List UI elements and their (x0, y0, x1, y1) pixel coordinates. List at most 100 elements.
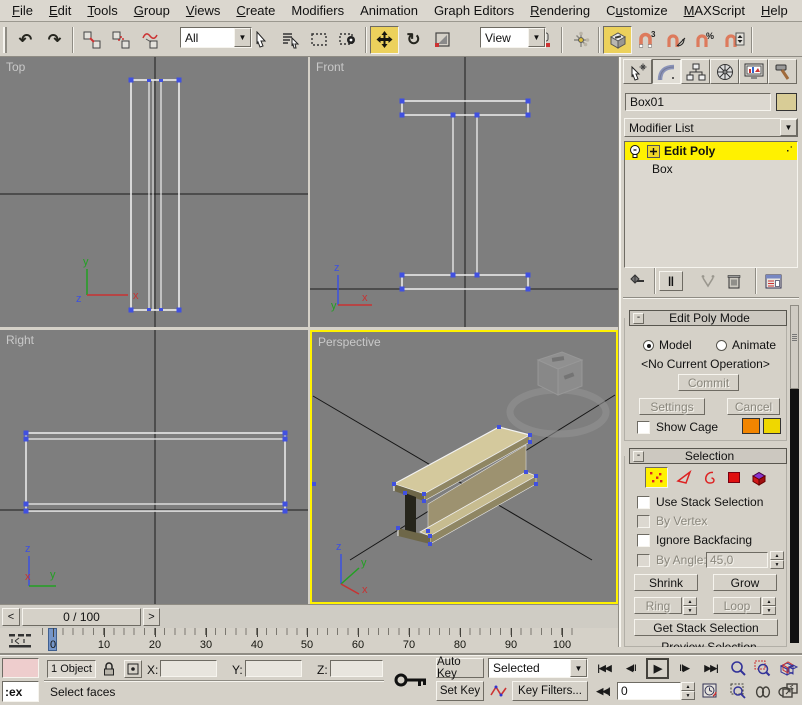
menu-graph-editors[interactable]: Graph Editors (426, 1, 522, 20)
modifier-list-dropdown[interactable]: Modifier List ▼ (624, 118, 798, 137)
ring-spinner[interactable]: ▲▼ (683, 597, 697, 615)
set-keys-button[interactable] (390, 658, 432, 702)
grow-button[interactable]: Grow (713, 574, 777, 591)
toolbar-grip[interactable] (3, 27, 7, 53)
viewport-right[interactable]: Right z x y (0, 330, 308, 604)
x-coordinate-field[interactable] (160, 660, 217, 677)
time-slider-handle[interactable]: 0 / 100 (22, 608, 141, 626)
current-frame-field[interactable]: 0 (617, 682, 681, 700)
go-to-end-button[interactable]: ▶▶| (699, 659, 723, 678)
menu-help[interactable]: Help (753, 1, 796, 20)
maximize-viewport-toggle[interactable] (779, 681, 801, 700)
cage-selected-color-swatch[interactable] (763, 418, 781, 434)
frame-spinner[interactable]: ▲▼ (681, 682, 695, 700)
by-vertex-checkbox[interactable]: By Vertex (637, 514, 707, 528)
menu-rendering[interactable]: Rendering (522, 1, 598, 20)
zoom-button[interactable] (728, 659, 748, 678)
menu-modifiers[interactable]: Modifiers (283, 1, 352, 20)
checkbox-icon[interactable] (637, 515, 650, 528)
radio-off-icon[interactable] (716, 340, 727, 351)
spinner-snap-button[interactable] (719, 26, 748, 54)
checkbox-icon[interactable] (637, 554, 650, 567)
viewport-top[interactable]: Top y x z (0, 57, 308, 327)
spinner-up-icon[interactable]: ▲ (683, 597, 697, 606)
collapse-icon[interactable]: - (633, 451, 644, 462)
tab-display[interactable] (739, 59, 768, 84)
play-animation-button[interactable]: ▶ (646, 658, 669, 679)
spinner-up-icon[interactable]: ▲ (681, 682, 695, 691)
checkbox-icon[interactable] (637, 534, 650, 547)
select-and-move-button[interactable] (370, 26, 399, 54)
ring-button[interactable]: Ring (634, 597, 682, 614)
loop-button[interactable]: Loop (713, 597, 761, 614)
spinner-down-icon[interactable]: ▼ (762, 606, 776, 615)
settings-button[interactable]: Settings (639, 398, 705, 415)
cancel-button[interactable]: Cancel (727, 398, 780, 415)
select-and-scale-button[interactable] (428, 26, 457, 54)
checkbox-icon[interactable] (637, 496, 650, 509)
by-angle-checkbox[interactable]: By Angle: (637, 553, 707, 567)
panel-scrollbar-thumb[interactable] (790, 305, 799, 389)
shrink-button[interactable]: Shrink (634, 574, 698, 591)
menu-tools[interactable]: Tools (79, 1, 125, 20)
panel-splitter[interactable] (618, 57, 620, 647)
by-angle-field[interactable]: 45,0 (706, 552, 768, 568)
spinner-up-icon[interactable]: ▲ (762, 597, 776, 606)
tab-create[interactable] (623, 59, 652, 84)
use-stack-selection-checkbox[interactable]: Use Stack Selection (637, 495, 763, 509)
menu-edit[interactable]: Edit (41, 1, 79, 20)
spinner-down-icon[interactable]: ▼ (681, 691, 695, 700)
panel-scrollbar-track[interactable] (790, 305, 799, 643)
selection-rollout-header[interactable]: - Selection (629, 448, 787, 464)
tab-motion[interactable] (710, 59, 739, 84)
snaps-toggle-button[interactable] (603, 26, 632, 54)
element-subobject-button[interactable] (749, 468, 769, 488)
key-filters-button[interactable]: Key Filters... (512, 681, 588, 701)
previous-frame-button[interactable]: ◀‖ (619, 659, 643, 678)
selection-filter-dropdown[interactable]: All ▼ (180, 27, 252, 48)
next-frame-button[interactable]: ‖▶ (672, 659, 696, 678)
stack-row-edit-poly[interactable]: Edit Poly ·˙ (625, 142, 797, 160)
next-frame-arrow-button[interactable]: > (143, 608, 160, 626)
commit-button[interactable]: Commit (678, 374, 739, 391)
go-to-start-button[interactable]: |◀◀ (592, 659, 616, 678)
radio-on-icon[interactable] (643, 340, 654, 351)
collapse-icon[interactable]: - (633, 313, 644, 324)
spinner-down-icon[interactable]: ▼ (770, 560, 784, 569)
track-bar[interactable]: 0 10 20 30 40 50 60 70 80 90 100 (0, 628, 618, 655)
border-subobject-button[interactable] (699, 468, 718, 488)
edge-subobject-button[interactable] (674, 468, 693, 488)
lightbulb-icon[interactable] (627, 144, 643, 159)
animate-radio[interactable]: Animate (716, 338, 776, 352)
viewport-perspective[interactable]: Perspective (310, 330, 618, 604)
spinner-down-icon[interactable]: ▼ (683, 606, 697, 615)
bind-to-space-warp-button[interactable] (135, 26, 164, 54)
tab-modify[interactable] (652, 59, 681, 84)
absolute-offset-mode-toggle[interactable] (124, 660, 142, 678)
polygon-subobject-button[interactable] (724, 468, 743, 488)
rectangular-selection-region-button[interactable] (304, 26, 333, 54)
object-color-swatch[interactable] (776, 93, 797, 111)
y-coordinate-field[interactable] (245, 660, 302, 677)
select-and-link-button[interactable] (77, 26, 106, 54)
configure-modifier-sets-button[interactable] (760, 271, 786, 291)
redo-button[interactable]: ↷ (40, 26, 69, 54)
zoom-all-button[interactable] (752, 659, 772, 678)
select-and-manipulate-button[interactable] (566, 26, 595, 54)
tab-utilities[interactable] (768, 59, 797, 84)
select-by-name-button[interactable] (275, 26, 304, 54)
menu-animation[interactable]: Animation (352, 1, 426, 20)
menu-maxscript[interactable]: MAXScript (676, 1, 753, 20)
pin-stack-button[interactable] (625, 271, 651, 291)
object-name-field[interactable]: Box01 (625, 93, 771, 111)
maxscript-mini-listener[interactable]: :ex (2, 681, 39, 702)
show-end-result-toggle[interactable]: ‖ (659, 271, 683, 291)
menu-group[interactable]: Group (126, 1, 178, 20)
zoom-extents-all-button[interactable] (779, 658, 801, 677)
stack-row-box[interactable]: Box (625, 160, 797, 178)
tab-hierarchy[interactable] (681, 59, 710, 84)
spinner-up-icon[interactable]: ▲ (770, 551, 784, 560)
expand-plus-icon[interactable] (647, 145, 660, 158)
show-cage-checkbox[interactable]: Show Cage (637, 420, 718, 434)
menu-customize[interactable]: Customize (598, 1, 675, 20)
